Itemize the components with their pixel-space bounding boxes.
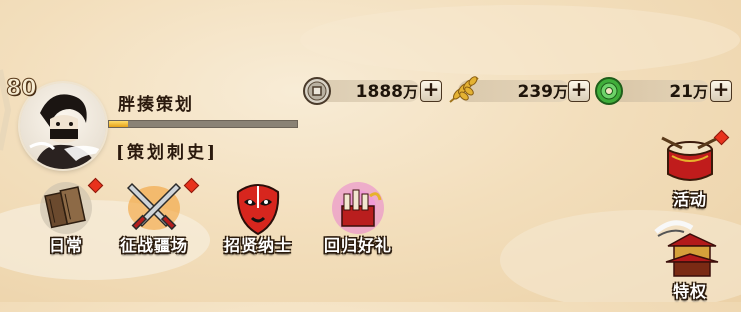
crossed-swords-icon — [126, 182, 182, 231]
menu-recruit[interactable]: 招贤纳士 — [218, 176, 298, 266]
book-icon — [40, 182, 92, 234]
player-title: [策划刺史] — [116, 143, 219, 163]
pavilion-icon — [654, 220, 719, 277]
opera-mask-icon — [236, 184, 280, 236]
gift-box-icon — [332, 182, 384, 234]
exp-bar-fill — [109, 121, 128, 127]
side-menu-events-label: 活动 — [672, 190, 707, 209]
resource-coin-value: 1888万 — [355, 82, 418, 102]
jade-icon — [595, 77, 623, 105]
menu-daily-label: 日常 — [48, 236, 83, 255]
menu-daily[interactable]: 日常 — [26, 176, 106, 266]
resource-grain: 239万 + — [446, 76, 592, 104]
resource-coin: 1888万 + — [302, 76, 442, 105]
side-menu-privilege[interactable]: 特权 — [650, 220, 730, 312]
menu-return-gift-label: 回归好礼 — [323, 236, 392, 255]
exp-bar — [108, 120, 298, 128]
resource-jade-value: 21万 — [669, 82, 708, 102]
player-level: 80 — [6, 76, 38, 102]
side-menu-privilege-label: 特权 — [672, 282, 707, 301]
add-jade-button[interactable]: + — [710, 79, 732, 102]
add-grain-button[interactable]: + — [568, 79, 590, 102]
player-name: 胖揍策划 — [118, 95, 194, 115]
side-menu-events[interactable]: 活动 — [650, 129, 730, 220]
add-coin-button[interactable]: + — [420, 79, 442, 102]
drum-icon — [661, 136, 719, 181]
grain-icon — [449, 76, 479, 103]
coin-icon — [303, 77, 331, 105]
resource-grain-value: 239万 — [517, 82, 568, 102]
menu-campaign[interactable]: 征战疆场 — [114, 176, 200, 266]
campaign-badge — [183, 177, 200, 194]
menu-campaign-label: 征战疆场 — [119, 236, 188, 255]
menu-recruit-label: 招贤纳士 — [223, 236, 292, 255]
resource-jade: 21万 + — [594, 76, 734, 105]
menu-return-gift[interactable]: 回归好礼 — [318, 176, 398, 266]
